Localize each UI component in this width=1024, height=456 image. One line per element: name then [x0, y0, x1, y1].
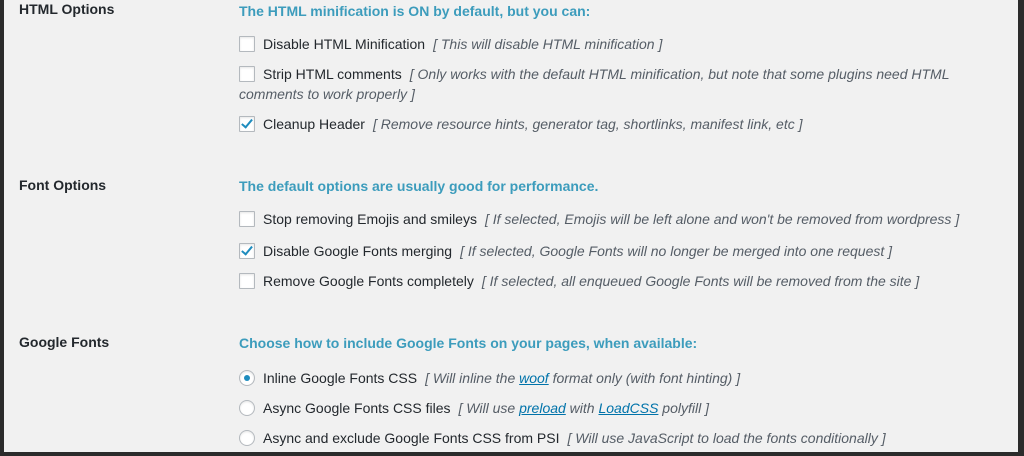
option-inline-google-fonts[interactable]: Inline Google Fonts CSS [ Will inline the…: [239, 368, 1009, 388]
option-description: [ Remove resource hints, generator tag, …: [372, 116, 803, 132]
option-label: Stop removing Emojis and smileys: [263, 211, 477, 227]
option-label: Async Google Fonts CSS files: [263, 400, 451, 416]
loadcss-link[interactable]: LoadCSS: [598, 400, 658, 416]
desc-text: [ Will inline the: [425, 370, 520, 386]
desc-text: format only (with font hinting) ]: [548, 370, 741, 386]
font-options-label: Font Options: [19, 177, 107, 193]
google-fonts-label: Google Fonts: [19, 334, 110, 350]
option-label: Strip HTML comments: [263, 66, 402, 82]
option-label: Disable HTML Minification: [263, 36, 426, 52]
option-label: Inline Google Fonts CSS: [263, 370, 418, 386]
woof-link[interactable]: woof: [519, 370, 549, 386]
desc-text: polyfill ]: [658, 400, 709, 416]
option-label: Cleanup Header: [263, 116, 365, 132]
html-options-label: HTML Options: [19, 1, 115, 17]
option-description: [ If selected, Emojis will be left alone…: [484, 211, 960, 227]
option-description: [ This will disable HTML minification ]: [433, 36, 663, 52]
html-options-heading: The HTML minification is ON by default, …: [239, 3, 591, 19]
async-google-fonts-radio[interactable]: [239, 400, 255, 416]
option-async-exclude-psi[interactable]: Async and exclude Google Fonts CSS from …: [239, 428, 1009, 448]
disable-google-fonts-merging-checkbox[interactable]: [239, 243, 255, 259]
settings-panel: HTML Options The HTML minification is ON…: [4, 0, 1018, 452]
option-async-google-fonts[interactable]: Async Google Fonts CSS files [ Will use p…: [239, 398, 1009, 418]
option-disable-html-minification[interactable]: Disable HTML Minification [ This will dis…: [239, 34, 1009, 54]
option-label: Disable Google Fonts merging: [263, 243, 453, 259]
disable-html-minification-checkbox[interactable]: [239, 36, 255, 52]
option-label: Remove Google Fonts completely: [263, 273, 474, 289]
option-cleanup-header[interactable]: Cleanup Header [ Remove resource hints, g…: [239, 114, 1009, 134]
strip-html-comments-checkbox[interactable]: [239, 66, 255, 82]
option-strip-html-comments[interactable]: Strip HTML comments[ Only works with the…: [239, 64, 1009, 104]
font-options-heading: The default options are usually good for…: [239, 178, 599, 194]
option-description: [ Will inline the woof format only (with…: [425, 370, 740, 386]
option-label: Async and exclude Google Fonts CSS from …: [263, 430, 560, 446]
option-description: [ Will use preload with LoadCSS polyfill…: [459, 400, 709, 416]
option-description: [ If selected, all enqueued Google Fonts…: [481, 273, 920, 289]
option-stop-removing-emojis[interactable]: Stop removing Emojis and smileys [ If sel…: [239, 209, 1009, 229]
option-remove-google-fonts[interactable]: Remove Google Fonts completely [ If selec…: [239, 271, 1009, 291]
preload-link[interactable]: preload: [519, 400, 566, 416]
async-exclude-psi-radio[interactable]: [239, 430, 255, 446]
option-description: [ If selected, Google Fonts will no long…: [460, 243, 893, 259]
google-fonts-heading: Choose how to include Google Fonts on yo…: [239, 335, 698, 351]
stop-removing-emojis-checkbox[interactable]: [239, 211, 255, 227]
desc-text: with: [565, 400, 599, 416]
option-disable-google-fonts-merging[interactable]: Disable Google Fonts merging [ If selecte…: [239, 241, 1009, 261]
desc-text: [ Will use: [458, 400, 520, 416]
option-description: [ Will use JavaScript to load the fonts …: [567, 430, 886, 446]
remove-google-fonts-checkbox[interactable]: [239, 273, 255, 289]
cleanup-header-checkbox[interactable]: [239, 116, 255, 132]
inline-google-fonts-radio[interactable]: [239, 370, 255, 386]
